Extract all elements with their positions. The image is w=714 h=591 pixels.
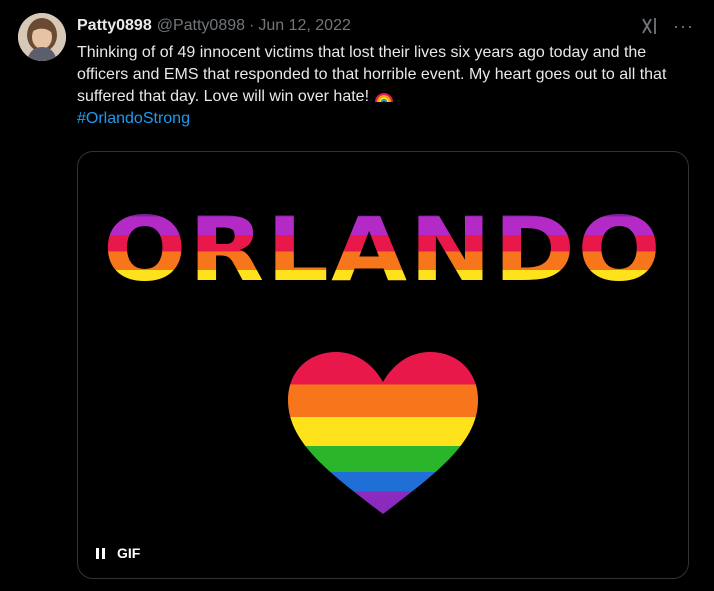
avatar[interactable] — [18, 13, 66, 61]
hashtag-link[interactable]: #OrlandoStrong — [77, 110, 190, 127]
gif-badge-label: GIF — [117, 545, 141, 561]
grok-icon[interactable] — [641, 17, 659, 35]
tweet[interactable]: Patty0898 @Patty0898 · Jun 12, 2022 ··· … — [0, 0, 714, 591]
gif-controls: GIF — [96, 542, 140, 564]
gif-headline: ORLANDO — [103, 198, 663, 301]
rainbow-emoji — [375, 88, 394, 103]
pause-icon[interactable] — [96, 547, 105, 559]
gif-artwork: ORLANDO — [103, 198, 663, 514]
tweet-header: Patty0898 @Patty0898 · Jun 12, 2022 ··· — [77, 14, 694, 38]
header-separator: · — [249, 17, 255, 34]
author-display-name[interactable]: Patty0898 — [77, 17, 152, 35]
avatar-photo — [18, 13, 66, 61]
rainbow-heart — [288, 352, 478, 514]
header-actions: ··· — [641, 14, 694, 38]
author-handle[interactable]: @Patty0898 — [157, 17, 245, 35]
media-gif[interactable]: ORLANDO GIF — [77, 151, 689, 579]
tweet-body: Thinking of of 49 innocent victims that … — [77, 44, 667, 105]
tweet-text: Thinking of of 49 innocent victims that … — [77, 42, 687, 130]
tweet-date[interactable]: Jun 12, 2022 — [258, 17, 351, 35]
more-icon[interactable]: ··· — [673, 17, 694, 35]
